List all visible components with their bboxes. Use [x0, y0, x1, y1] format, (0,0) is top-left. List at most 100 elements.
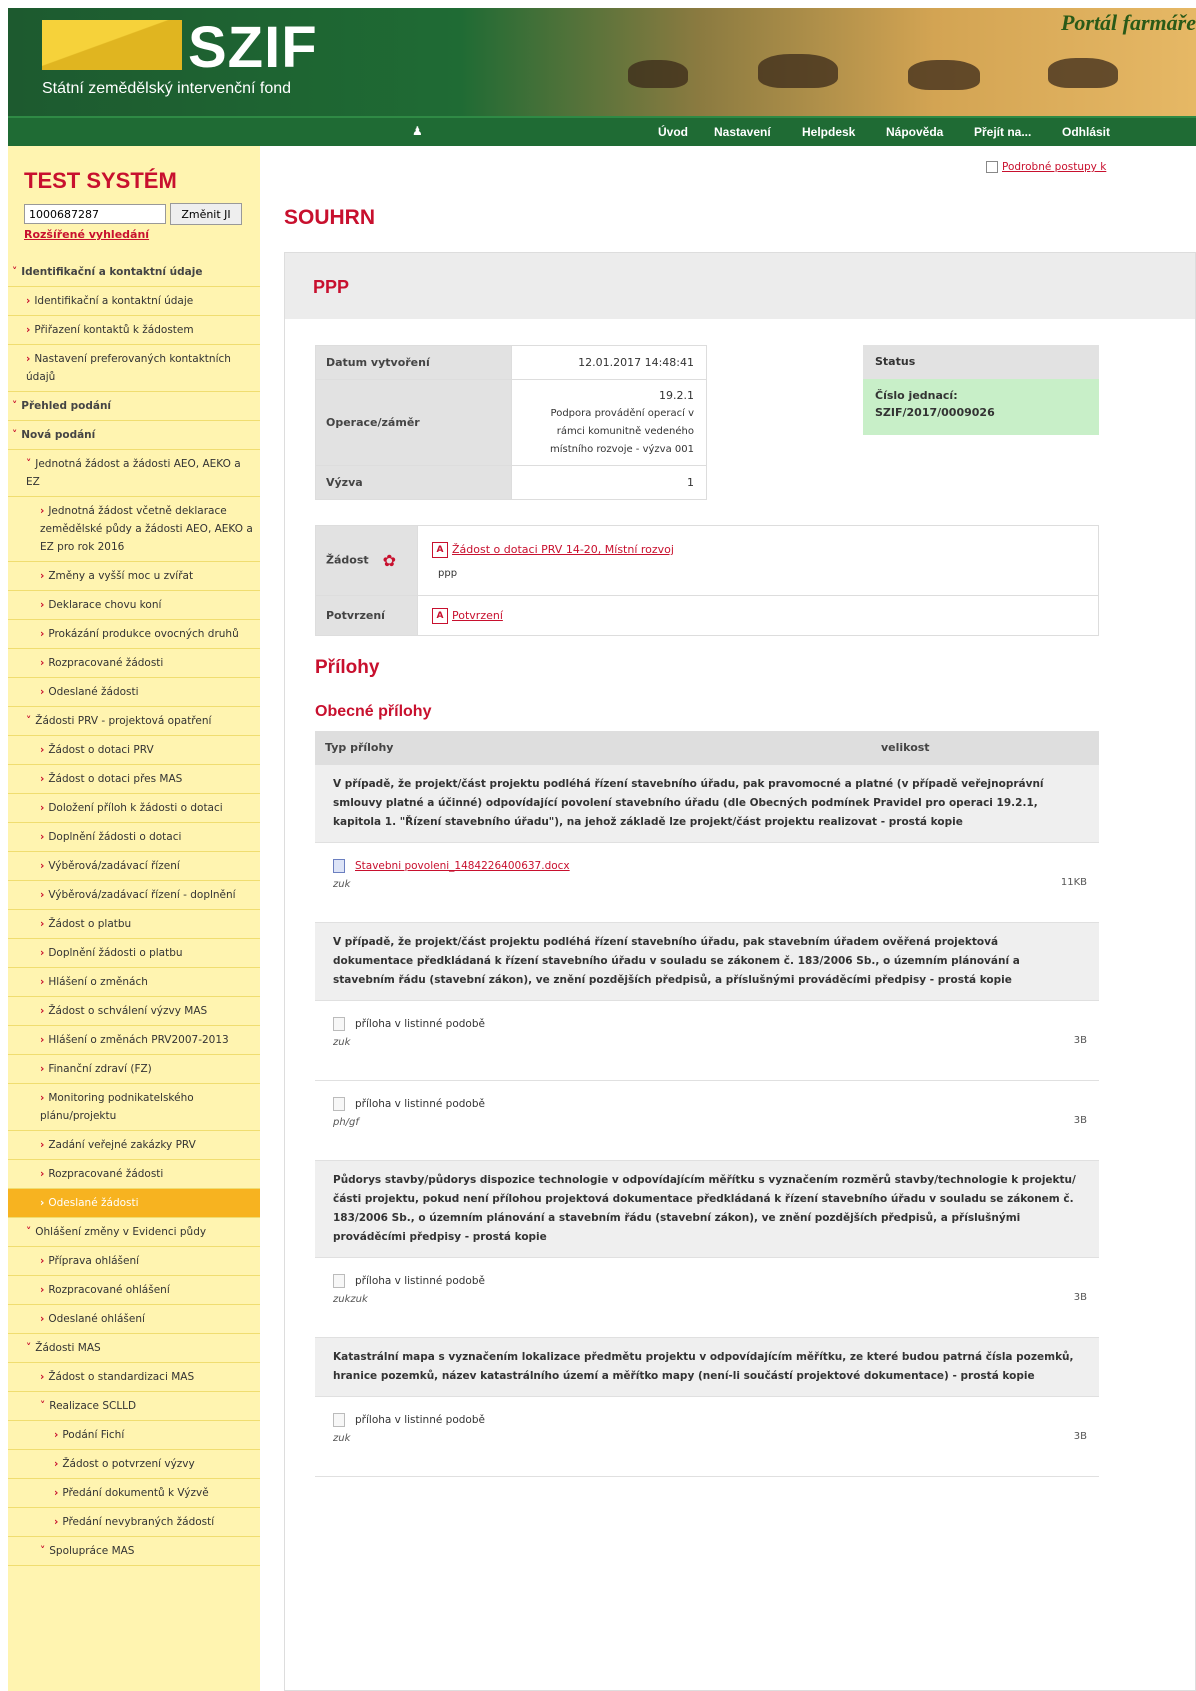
- paper-document-icon: [333, 1017, 345, 1031]
- sidebar-item[interactable]: › Žádost o dotaci přes MAS: [8, 765, 260, 794]
- sidebar-item[interactable]: › Rozpracované ohlášení: [8, 1276, 260, 1305]
- sidebar-item-label: Změny a vyšší moc u zvířat: [48, 570, 194, 582]
- sidebar-item[interactable]: › Hlášení o změnách PRV2007-2013: [8, 1026, 260, 1055]
- nav-uvod[interactable]: Úvod: [658, 125, 688, 139]
- advanced-search-link[interactable]: Rozšířené vyhledání: [24, 228, 149, 241]
- case-number-label: Číslo jednací:: [875, 389, 958, 402]
- nav-napoveda[interactable]: Nápověda: [886, 125, 943, 139]
- sidebar-item[interactable]: ˅ Žádosti MAS: [8, 1334, 260, 1363]
- sidebar-item[interactable]: › Výběrová/zadávací řízení - doplnění: [8, 881, 260, 910]
- sidebar-item[interactable]: › Žádost o potvrzení výzvy: [8, 1450, 260, 1479]
- attachment-type-description: V případě, že projekt/část projektu podl…: [315, 765, 1099, 843]
- chevron-right-icon: ›: [40, 1034, 45, 1046]
- sidebar-item[interactable]: › Doplnění žádosti o platbu: [8, 939, 260, 968]
- attachment-size: 3B: [1073, 1035, 1087, 1046]
- change-ji-button[interactable]: Změnit JI: [170, 203, 242, 225]
- summary-panel: PPP Datum vytvoření 12.01.2017 14:48:41 …: [284, 252, 1196, 1691]
- sidebar-item[interactable]: › Přiřazení kontaktů k žádostem: [8, 316, 260, 345]
- chevron-right-icon: ›: [40, 1371, 45, 1383]
- attachment-file-row: příloha v listinné podobě ph/gf 3B: [315, 1081, 1099, 1161]
- sidebar-item[interactable]: › Nastavení preferovaných kontaktních úda…: [8, 345, 260, 392]
- sidebar-item[interactable]: › Rozpracované žádosti: [8, 649, 260, 678]
- sidebar-item[interactable]: › Hlášení o změnách: [8, 968, 260, 997]
- attachment-file[interactable]: Stavebni povoleni_1484226400637.docx: [333, 859, 570, 873]
- paper-document-icon: [333, 1413, 345, 1427]
- sidebar-item[interactable]: › Příprava ohlášení: [8, 1247, 260, 1276]
- sidebar-item[interactable]: › Výběrová/zadávací řízení: [8, 852, 260, 881]
- sidebar-item[interactable]: ˅ Žádosti PRV - projektová opatření: [8, 707, 260, 736]
- sidebar-item[interactable]: › Zadání veřejné zakázky PRV: [8, 1131, 260, 1160]
- sidebar-item-label: Předání dokumentů k Výzvě: [62, 1487, 209, 1499]
- zadost-pdf-link[interactable]: Žádost o dotaci PRV 14-20, Místní rozvoj: [452, 543, 674, 556]
- sidebar-item[interactable]: ˅ Identifikační a kontaktní údaje: [8, 258, 260, 287]
- col-type: Typ přílohy: [325, 741, 394, 754]
- chevron-right-icon: ›: [40, 570, 45, 582]
- chevron-right-icon: ›: [40, 947, 45, 959]
- sidebar-item[interactable]: › Žádost o standardizaci MAS: [8, 1363, 260, 1392]
- sidebar-item[interactable]: › Monitoring podnikatelského plánu/projek…: [8, 1084, 260, 1131]
- sidebar-item[interactable]: › Odeslané žádosti: [8, 678, 260, 707]
- chevron-right-icon: ›: [54, 1458, 59, 1470]
- sidebar-item[interactable]: › Žádost o dotaci PRV: [8, 736, 260, 765]
- sidebar-item[interactable]: › Doplnění žádosti o dotaci: [8, 823, 260, 852]
- sidebar-item[interactable]: › Jednotná žádost včetně deklarace zemědě…: [8, 497, 260, 562]
- chevron-right-icon: ›: [54, 1516, 59, 1528]
- nav-prejit-na[interactable]: Přejít na...: [974, 125, 1031, 139]
- documents-table: Žádost ✿ A Žádost o dotaci PRV 14-20, Míst…: [315, 525, 1099, 636]
- sidebar-item[interactable]: › Odeslané žádosti: [8, 1189, 260, 1218]
- sidebar-item[interactable]: ˅ Ohlášení změny v Evidenci půdy: [8, 1218, 260, 1247]
- sidebar-item[interactable]: › Identifikační a kontaktní údaje: [8, 287, 260, 316]
- info-table: Datum vytvoření 12.01.2017 14:48:41 Oper…: [315, 345, 707, 500]
- chevron-right-icon: ›: [40, 773, 45, 785]
- sidebar-item[interactable]: › Deklarace chovu koní: [8, 591, 260, 620]
- operace-text-1: Podpora provádění operací v: [550, 407, 694, 419]
- sidebar-item[interactable]: ˅ Spolupráce MAS: [8, 1537, 260, 1566]
- sidebar-item[interactable]: › Prokázání produkce ovocných druhů: [8, 620, 260, 649]
- user-icon[interactable]: ♟: [412, 124, 426, 138]
- sidebar-item-label: Ohlášení změny v Evidenci půdy: [35, 1226, 207, 1238]
- sidebar-item[interactable]: ˅ Nová podání: [8, 421, 260, 450]
- szif-logo[interactable]: SZIF: [188, 14, 318, 81]
- sidebar-item[interactable]: ˅ Přehled podání: [8, 392, 260, 421]
- sidebar-item[interactable]: › Předání dokumentů k Výzvě: [8, 1479, 260, 1508]
- ji-input[interactable]: [24, 204, 166, 224]
- sidebar-item-label: Žádost o platbu: [48, 918, 132, 930]
- sidebar-item[interactable]: › Podání Fichí: [8, 1421, 260, 1450]
- attachment-size: 3B: [1073, 1431, 1087, 1442]
- sidebar-item-label: Žádost o dotaci PRV: [48, 744, 154, 756]
- nav-odhlasit[interactable]: Odhlásit: [1062, 125, 1110, 139]
- potvrzeni-pdf-link[interactable]: Potvrzení: [452, 609, 503, 622]
- sidebar-menu: ˅ Identifikační a kontaktní údaje › Identif…: [8, 258, 260, 1566]
- chevron-right-icon: ›: [40, 802, 45, 814]
- nav-nastaveni[interactable]: Nastavení: [714, 125, 771, 139]
- chevron-right-icon: ›: [40, 1063, 45, 1075]
- sidebar-item-label: Finanční zdraví (FZ): [48, 1063, 152, 1075]
- sidebar-item-label: Odeslané žádosti: [48, 1197, 139, 1209]
- attachment-file-name: příloha v listinné podobě: [355, 1018, 485, 1030]
- sidebar-item[interactable]: › Změny a vyšší moc u zvířat: [8, 562, 260, 591]
- attachments-table-header: Typ přílohy velikost: [315, 731, 1099, 765]
- sidebar-item-label: Hlášení o změnách PRV2007-2013: [48, 1034, 229, 1046]
- sidebar-item[interactable]: ˅ Realizace SCLLD: [8, 1392, 260, 1421]
- chevron-right-icon: ›: [40, 831, 45, 843]
- sidebar-item[interactable]: › Žádost o platbu: [8, 910, 260, 939]
- sidebar-item[interactable]: › Žádost o schválení výzvy MAS: [8, 997, 260, 1026]
- sidebar-item-label: Doplnění žádosti o dotaci: [48, 831, 182, 843]
- attachments-heading: Přílohy: [315, 657, 380, 678]
- attachment-file-link[interactable]: Stavebni povoleni_1484226400637.docx: [355, 860, 570, 872]
- nav-helpdesk[interactable]: Helpdesk: [802, 125, 855, 139]
- sidebar-item[interactable]: ˅ Jednotná žádost a žádosti AEO, AEKO a E…: [8, 450, 260, 497]
- sidebar-item-label: Přehled podání: [21, 400, 112, 412]
- attachments-table: Typ přílohy velikost V případě, že proje…: [315, 731, 1099, 1477]
- sidebar-item[interactable]: › Odeslané ohlášení: [8, 1305, 260, 1334]
- chevron-right-icon: ›: [40, 1139, 45, 1151]
- chevron-down-icon: ˅: [26, 715, 32, 727]
- sidebar-item[interactable]: › Rozpracované žádosti: [8, 1160, 260, 1189]
- detail-procedures-link[interactable]: Podrobné postupy k: [986, 161, 1106, 173]
- sidebar-item[interactable]: › Doložení příloh k žádosti o dotaci: [8, 794, 260, 823]
- sidebar-item[interactable]: › Finanční zdraví (FZ): [8, 1055, 260, 1084]
- chevron-down-icon: ˅: [26, 1342, 32, 1354]
- chevron-right-icon: ›: [54, 1487, 59, 1499]
- chevron-right-icon: ›: [40, 686, 45, 698]
- sidebar-item[interactable]: › Předání nevybraných žádostí: [8, 1508, 260, 1537]
